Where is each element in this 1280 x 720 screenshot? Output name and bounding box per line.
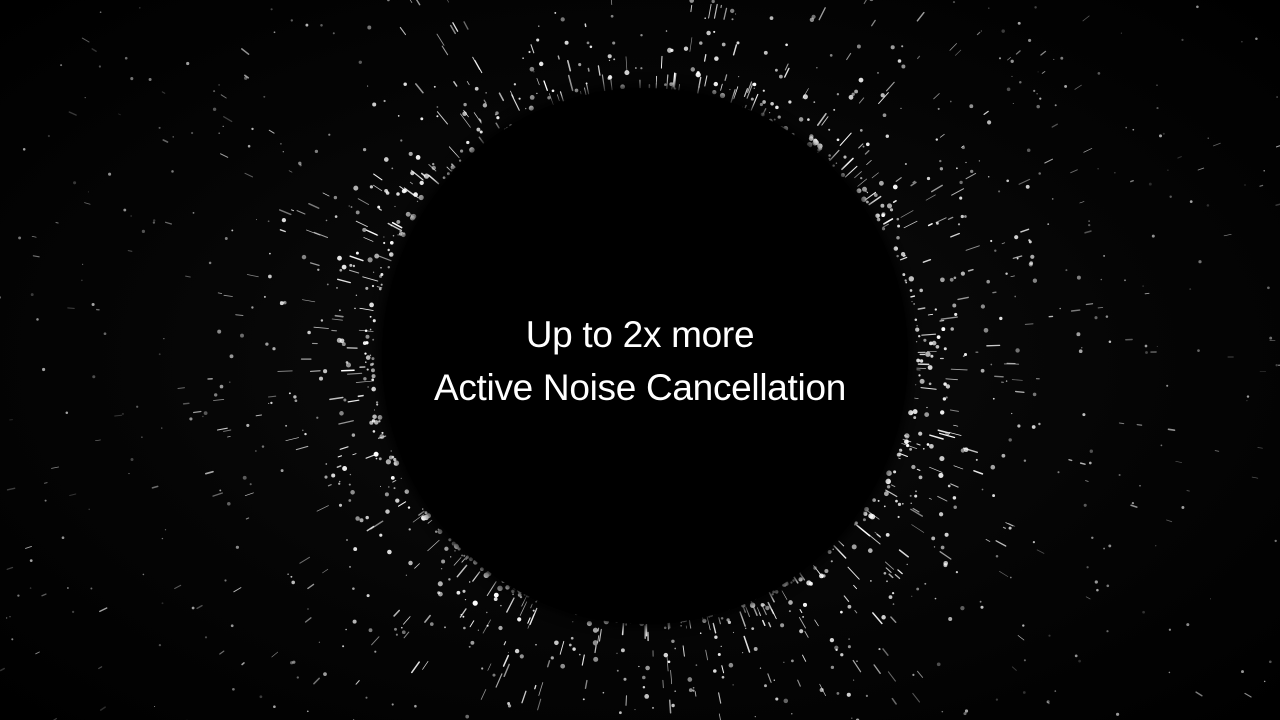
headline-line-2: Active Noise Cancellation: [433, 367, 847, 408]
headline-line-1: Up to 2x more: [525, 314, 755, 355]
hero-visual: Up to 2x more Active Noise Cancellation: [0, 0, 1280, 720]
headline: Up to 2x more Active Noise Cancellation: [340, 308, 940, 414]
